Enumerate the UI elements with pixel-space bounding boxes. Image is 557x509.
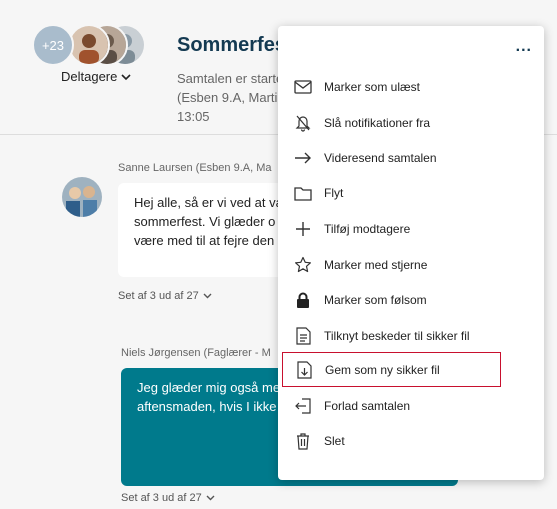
lock-icon xyxy=(292,289,314,311)
participants-dropdown[interactable]: Deltagere xyxy=(61,69,131,84)
menu-item-save-secure-file[interactable]: Gem som ny sikker fil xyxy=(282,352,501,387)
conversation-title: Sommerfest xyxy=(177,34,293,56)
exit-icon xyxy=(292,395,314,417)
menu-item-star[interactable]: Marker med stjerne xyxy=(282,250,501,280)
conversation-subtitle: Samtalen er startet (Esben 9.A, Martin 1… xyxy=(177,71,287,124)
menu-item-label: Tilknyt beskeder til sikker fil xyxy=(324,329,470,343)
menu-item-label: Flyt xyxy=(324,186,344,200)
menu-item-mark-unread[interactable]: Marker som ulæst xyxy=(282,72,501,102)
chevron-down-icon xyxy=(206,492,215,504)
message-sender: Niels Jørgensen (Faglærer - M xyxy=(121,347,271,359)
menu-item-add-recipients[interactable]: Tilføj modtagere xyxy=(282,214,501,244)
chevron-down-icon xyxy=(203,290,212,302)
envelope-icon xyxy=(292,76,314,98)
menu-item-label: Tilføj modtagere xyxy=(324,222,411,236)
menu-item-mark-sensitive[interactable]: Marker som følsom xyxy=(282,285,501,315)
menu-item-label: Marker med stjerne xyxy=(324,258,428,272)
menu-item-forward-conversation[interactable]: Videresend samtalen xyxy=(282,143,501,173)
seen-status[interactable]: Set af 3 ud af 27 xyxy=(121,492,215,504)
arrow-right-icon xyxy=(292,147,314,169)
menu-item-attach-secure-file[interactable]: Tilknyt beskeder til sikker fil xyxy=(282,321,501,351)
bell-off-icon xyxy=(292,112,314,134)
more-options-icon[interactable]: ... xyxy=(516,38,532,56)
seen-status[interactable]: Set af 3 ud af 27 xyxy=(118,290,212,302)
seen-status-label: Set af 3 ud af 27 xyxy=(121,492,202,504)
menu-item-label: Slå notifikationer fra xyxy=(324,116,431,130)
menu-item-label: Marker som ulæst xyxy=(324,80,421,94)
star-icon xyxy=(292,254,314,276)
participant-avatars[interactable]: +23 xyxy=(32,24,162,66)
menu-item-label: Marker som følsom xyxy=(324,293,427,307)
menu-item-move[interactable]: Flyt xyxy=(282,178,501,208)
menu-item-label: Gem som ny sikker fil xyxy=(325,362,440,377)
avatar xyxy=(68,24,110,66)
menu-item-mute-notifications[interactable]: Slå notifikationer fra xyxy=(282,108,501,138)
menu-item-label: Videresend samtalen xyxy=(324,151,437,165)
folder-icon xyxy=(292,182,314,204)
participant-count-badge: +23 xyxy=(32,24,74,66)
message-sender: Sanne Laursen (Esben 9.A, Ma xyxy=(118,162,272,174)
menu-item-label: Forlad samtalen xyxy=(324,399,411,413)
chevron-down-icon xyxy=(121,69,131,84)
menu-item-leave-conversation[interactable]: Forlad samtalen xyxy=(282,391,501,421)
file-link-icon xyxy=(292,325,314,347)
participants-label: Deltagere xyxy=(61,69,118,84)
plus-icon xyxy=(292,218,314,240)
menu-item-label: Slet xyxy=(324,434,345,448)
menu-item-delete[interactable]: Slet xyxy=(282,426,501,456)
trash-icon xyxy=(292,430,314,452)
file-save-icon xyxy=(293,359,315,381)
seen-status-label: Set af 3 ud af 27 xyxy=(118,290,199,302)
sender-avatar xyxy=(62,177,102,217)
conversation-actions-menu: ... Marker som ulæst Slå notifikationer … xyxy=(278,26,544,480)
